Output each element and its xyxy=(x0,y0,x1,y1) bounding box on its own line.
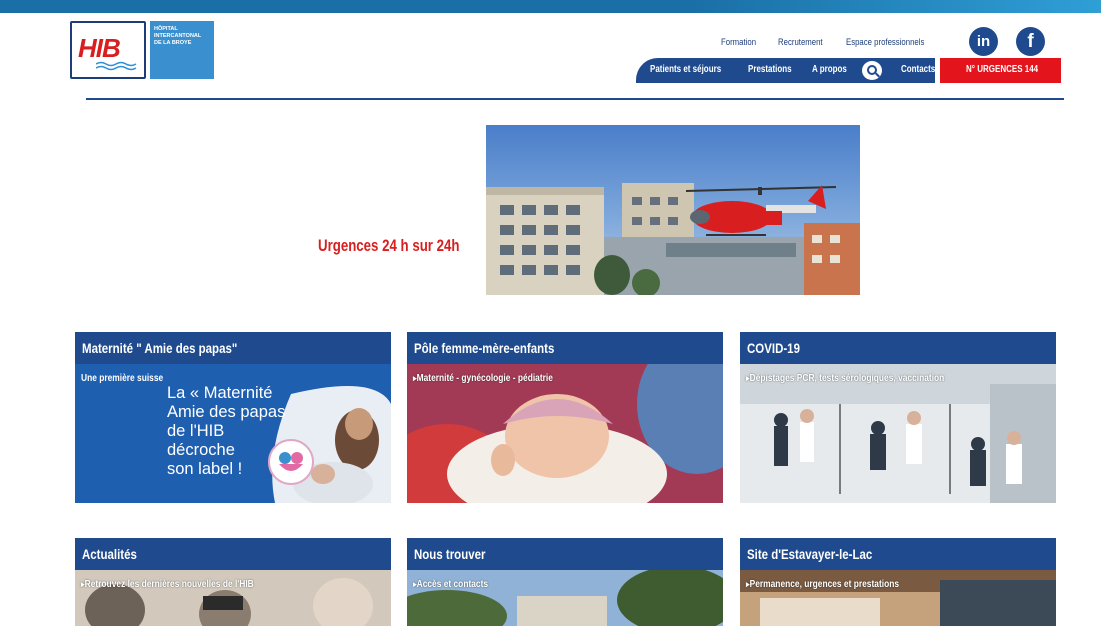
utility-nav: Formation Recrutement Espace professionn… xyxy=(721,37,942,51)
logo-name-line: HÔPITAL xyxy=(154,26,178,32)
util-nav-recrutement[interactable]: Recrutement xyxy=(778,37,823,51)
card-title: COVID-19 xyxy=(747,340,800,356)
overlay-line: Amie des papas xyxy=(167,403,286,421)
card-body: Une première suisse La « Maternité Amie … xyxy=(75,364,391,503)
card-header: Nous trouver xyxy=(407,538,723,570)
hero-helicopter-image[interactable] xyxy=(486,125,860,295)
facebook-icon[interactable]: f xyxy=(1016,27,1045,56)
site-logo[interactable]: HIB HÔPITAL INTERCANTONAL DE LA BROYE xyxy=(70,21,214,79)
main-nav-a-propos[interactable]: A propos xyxy=(812,64,847,75)
logo-name-box: HÔPITAL INTERCANTONAL DE LA BROYE xyxy=(150,21,214,79)
card-title: Pôle femme-mère-enfants xyxy=(414,340,555,356)
card-title: Maternité " Amie des papas" xyxy=(82,340,238,356)
card-body: Retrouvez les dernières nouvelles de l'H… xyxy=(75,570,391,626)
linkedin-glyph: in xyxy=(976,33,991,50)
header-divider xyxy=(86,98,1064,100)
overlay-line: décroche xyxy=(167,441,235,459)
contacts-label: Contacts xyxy=(901,64,936,75)
card-subtitle: Retrouvez les dernières nouvelles de l'H… xyxy=(81,578,254,590)
hero-text[interactable]: Urgences 24 h sur 24h xyxy=(318,236,460,256)
urgences-label: N° URGENCES 144 xyxy=(966,64,1039,75)
card-subtitle: Permanence, urgences et prestations xyxy=(746,578,899,590)
overlay-line: La « Maternité xyxy=(167,384,273,402)
logo-mark-text: HIB xyxy=(78,33,121,63)
card-subtitle: Maternité - gynécologie - pédiatrie xyxy=(413,372,553,384)
search-button[interactable] xyxy=(860,59,884,82)
card-subtitle: Accès et contacts xyxy=(413,578,488,590)
site-header: HIB HÔPITAL INTERCANTONAL DE LA BROYE Fo… xyxy=(0,13,1101,100)
card-covid[interactable]: COVID-19 Dépistages PCR, tests sérologiq… xyxy=(740,332,1056,503)
card-title: Nous trouver xyxy=(414,546,486,562)
card-header: Site d'Estavayer-le-Lac xyxy=(740,538,1056,570)
card-photo-newborn xyxy=(407,364,723,503)
card-overlay-text: La « Maternité Amie des papas de l'HIB d… xyxy=(167,384,285,479)
card-estavayer[interactable]: Site d'Estavayer-le-Lac Permanence, urge… xyxy=(740,538,1056,626)
logo-mark: HIB xyxy=(70,21,146,79)
card-body: Dépistages PCR, tests sérologiques, vacc… xyxy=(740,364,1056,503)
overlay-line: son label ! xyxy=(167,460,243,478)
logo-name-line: DE LA BROYE xyxy=(154,40,192,46)
card-pole-femme[interactable]: Pôle femme-mère-enfants Maternité - gyné… xyxy=(407,332,723,503)
card-photo-vaccination xyxy=(740,364,1056,503)
card-maternite-papas[interactable]: Maternité " Amie des papas" Une première… xyxy=(75,332,391,503)
card-nous-trouver[interactable]: Nous trouver Accès et contacts xyxy=(407,538,723,626)
linkedin-icon[interactable]: in xyxy=(969,27,998,56)
card-body: Permanence, urgences et prestations xyxy=(740,570,1056,626)
card-header: COVID-19 xyxy=(740,332,1056,364)
card-header: Maternité " Amie des papas" xyxy=(75,332,391,364)
card-body: Maternité - gynécologie - pédiatrie xyxy=(407,364,723,503)
card-title: Site d'Estavayer-le-Lac xyxy=(747,546,873,562)
card-subtitle: Dépistages PCR, tests sérologiques, vacc… xyxy=(746,372,945,384)
util-nav-formation[interactable]: Formation xyxy=(721,37,756,51)
hero-photo xyxy=(486,183,860,295)
card-title: Actualités xyxy=(82,546,137,562)
logo-name-line: INTERCANTONAL xyxy=(154,33,202,39)
contacts-button[interactable]: Contacts xyxy=(889,58,935,83)
overlay-line: de l'HIB xyxy=(167,422,225,440)
logo-waves-icon xyxy=(96,61,137,71)
facebook-glyph: f xyxy=(1027,30,1034,52)
card-body: Accès et contacts xyxy=(407,570,723,626)
card-header: Actualités xyxy=(75,538,391,570)
main-nav-patients[interactable]: Patients et séjours xyxy=(650,64,721,75)
card-actualites[interactable]: Actualités Retrouvez les dernières nouve… xyxy=(75,538,391,626)
search-icon-handle xyxy=(875,72,880,78)
urgences-button[interactable]: N° URGENCES 144 xyxy=(940,58,1061,83)
card-header: Pôle femme-mère-enfants xyxy=(407,332,723,364)
top-decor-strip-fade xyxy=(690,0,1101,13)
util-nav-espace-pro[interactable]: Espace professionnels xyxy=(846,37,924,51)
main-nav-prestations[interactable]: Prestations xyxy=(748,64,792,75)
